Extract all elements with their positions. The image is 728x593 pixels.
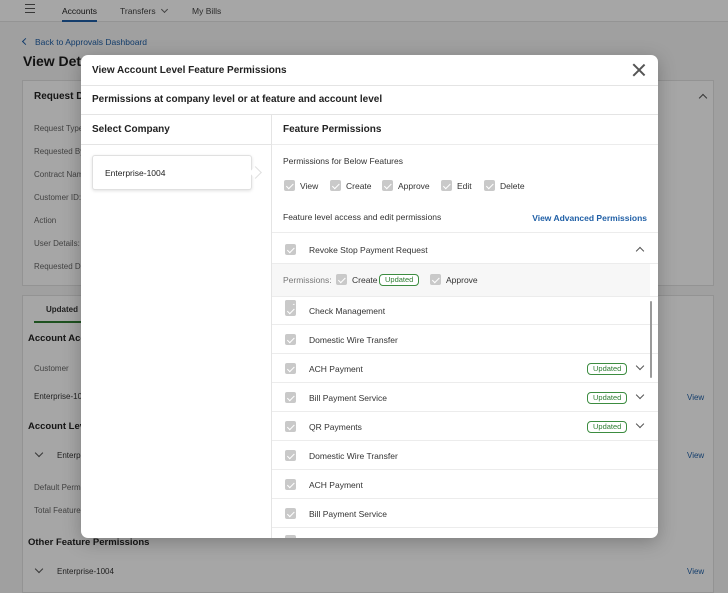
feature-name: Domestic Wire Transfer [309,335,398,345]
divider [272,324,658,325]
divider [272,498,658,499]
feature-permissions-heading: Feature Permissions [283,124,382,135]
feature-name: Domestic Wire Transfer [309,451,398,461]
divider [272,232,658,233]
updated-badge: Updated [587,392,628,404]
feature-checkbox[interactable] [285,392,296,403]
divider [272,469,658,470]
create-checkbox[interactable] [336,274,347,285]
checkbox-label: Edit [457,181,472,191]
close-icon[interactable] [632,63,646,77]
divider [272,296,658,297]
feature-checkbox[interactable] [285,421,296,432]
divider [272,527,658,528]
feature-checkbox[interactable] [285,244,296,255]
divider [272,144,658,145]
chevron-down-icon[interactable] [635,361,645,371]
feature-checkbox[interactable] [285,363,296,374]
modal-subtitle: Permissions at company level or at featu… [92,94,383,105]
divider [272,440,658,441]
feature-permissions-panel: Feature Permissions Permissions for Belo… [272,114,658,538]
feature-name: ACH Payment [309,480,363,490]
checkbox-label: Delete [500,181,525,191]
updated-badge: Updated [379,274,420,286]
checkbox-label: Create [346,181,372,191]
feature-name: Check Management [309,306,386,316]
divider [81,85,658,86]
checkbox-label: View [300,181,319,191]
feature-name: Bill Payment Service [309,393,387,403]
feature-checkbox[interactable] [285,479,296,490]
chevron-down-icon[interactable] [635,390,645,400]
scrollbar[interactable] [650,301,652,378]
chevron-down-icon[interactable] [635,419,645,429]
chevron-up-icon[interactable] [635,246,645,256]
view-advanced-permissions-link[interactable]: View Advanced Permissions [532,213,647,223]
divider [272,353,658,354]
feature-name: QR Payments [309,422,362,432]
checkbox-label: Create [352,275,378,285]
feature-checkbox[interactable] [285,508,296,519]
modal-title: View Account Level Feature Permissions [92,65,287,76]
divider [272,382,658,383]
feature-name: Revoke Stop Payment Request [309,245,428,255]
company-item[interactable]: Enterprise-1004 [92,155,252,190]
edit-checkbox[interactable] [441,180,452,191]
feature-name: Bill Payment Service [309,509,387,519]
feature-checkbox[interactable] [285,535,296,538]
feature-level-label: Feature level access and edit permission… [283,212,442,222]
checkbox-label: Approve [398,181,430,191]
permissions-label: Permissions: [283,275,332,285]
company-name: Enterprise-1004 [105,168,166,178]
approve-checkbox[interactable] [382,180,393,191]
feature-checkbox[interactable] [285,334,296,345]
create-checkbox[interactable] [330,180,341,191]
feature-name: ACH Payment [309,364,363,374]
feature-checkbox[interactable] [285,305,296,316]
updated-badge: Updated [587,421,628,433]
permissions-for-below-label: Permissions for Below Features [283,156,403,166]
delete-checkbox[interactable] [484,180,495,191]
updated-badge: Updated [587,363,628,375]
divider [272,411,658,412]
permissions-modal: View Account Level Feature Permissions P… [81,55,658,538]
divider [81,144,271,145]
approve-checkbox[interactable] [430,274,441,285]
checkbox-label: Approve [446,275,478,285]
view-checkbox[interactable] [284,180,295,191]
feature-checkbox[interactable] [285,450,296,461]
select-company-heading: Select Company [92,124,170,135]
